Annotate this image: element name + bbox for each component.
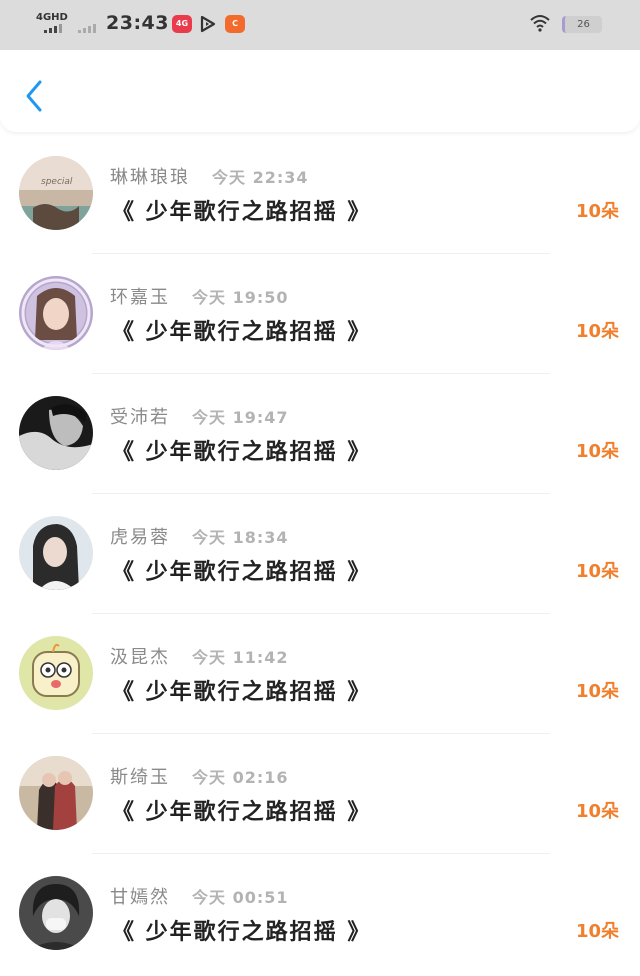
timestamp: 今天 22:34 [212,168,309,187]
timestamp: 今天 19:50 [192,288,289,307]
song-title: 《 少年歌行之路招摇 》 [112,320,372,345]
svg-text:special: special [41,177,73,187]
list-item[interactable]: 斯绮玉 今天 02:16 《 少年歌行之路招摇 》 10朵 [0,734,640,854]
timestamp: 今天 11:42 [192,648,289,667]
timestamp: 今天 02:16 [192,768,289,787]
gift-message-list: special 琳琳琅琅 今天 22:34 《 少年歌行之路招摇 》 10朵 环… [0,134,640,974]
gift-count: 10朵 [576,801,620,822]
user-name: 甘嫣然 [110,887,170,908]
avatar[interactable] [19,876,93,950]
list-item[interactable]: 受沛若 今天 19:47 《 少年歌行之路招摇 》 10朵 [0,374,640,494]
play-notification-icon [198,15,218,33]
avatar[interactable]: special [19,156,93,230]
signal-icon [44,24,62,33]
avatar[interactable] [19,276,93,350]
user-name: 虎易蓉 [110,527,170,548]
list-item[interactable]: 汲昆杰 今天 11:42 《 少年歌行之路招摇 》 10朵 [0,614,640,734]
list-item[interactable]: special 琳琳琅琅 今天 22:34 《 少年歌行之路招摇 》 10朵 [0,134,640,254]
timestamp: 今天 00:51 [192,888,289,907]
network-type: 4GHD [36,12,68,23]
avatar[interactable] [19,396,93,470]
song-title: 《 少年歌行之路招摇 》 [112,800,372,825]
list-item[interactable]: 环嘉玉 今天 19:50 《 少年歌行之路招摇 》 10朵 [0,254,640,374]
gift-count: 10朵 [576,681,620,702]
status-bar: 4GHD 23:43 4G C 26 [0,0,640,50]
clock: 23:43 [106,12,169,34]
gift-count: 10朵 [576,561,620,582]
user-name: 琳琳琅琅 [110,167,190,188]
list-item[interactable]: 虎易蓉 今天 18:34 《 少年歌行之路招摇 》 10朵 [0,494,640,614]
avatar[interactable] [19,636,93,710]
gift-count: 10朵 [576,321,620,342]
timestamp: 今天 18:34 [192,528,289,547]
song-title: 《 少年歌行之路招摇 》 [112,920,372,945]
signal-icon-secondary [78,24,96,33]
song-title: 《 少年歌行之路招摇 》 [112,200,372,225]
wifi-icon [530,15,550,32]
avatar[interactable] [19,516,93,590]
user-name: 环嘉玉 [110,287,170,308]
chevron-left-icon [26,80,42,112]
gift-count: 10朵 [576,201,620,222]
gift-count: 10朵 [576,921,620,942]
app-notification-icon: 4G [172,15,192,33]
gift-count: 10朵 [576,441,620,462]
timestamp: 今天 19:47 [192,408,289,427]
song-title: 《 少年歌行之路招摇 》 [112,440,372,465]
song-title: 《 少年歌行之路招摇 》 [112,560,372,585]
avatar[interactable] [19,756,93,830]
song-title: 《 少年歌行之路招摇 》 [112,680,372,705]
back-button[interactable] [18,76,50,116]
user-name: 受沛若 [110,407,170,428]
user-name: 斯绮玉 [110,767,170,788]
list-item[interactable]: 甘嫣然 今天 00:51 《 少年歌行之路招摇 》 10朵 [0,854,640,974]
nav-bar [0,50,640,132]
user-name: 汲昆杰 [110,647,170,668]
app-notification-icon-2: C [225,15,245,33]
battery-indicator: 26 [562,16,602,33]
